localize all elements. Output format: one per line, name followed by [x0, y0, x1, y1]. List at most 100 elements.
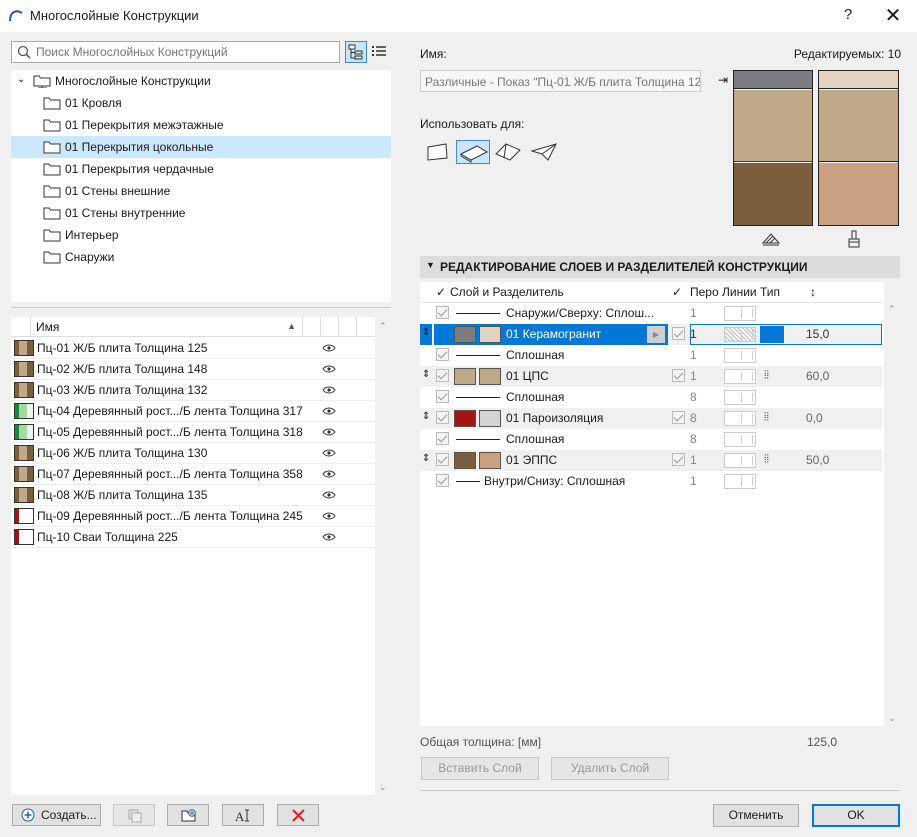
visibility-icon[interactable]	[322, 364, 336, 374]
dropdown-arrow-icon[interactable]: ▶	[647, 326, 665, 343]
paint-brush-icon[interactable]	[846, 230, 862, 251]
list-item[interactable]: Пц-08 Ж/Б плита Толщина 135	[11, 485, 375, 506]
separator-row[interactable]: Внутри/Снизу: Сплошная 1	[420, 471, 882, 492]
create-button[interactable]: Создать...	[12, 804, 101, 826]
layer-name-cell[interactable]: 01 ЦПС	[434, 366, 668, 387]
visibility-icon[interactable]	[322, 532, 336, 542]
tree-folder-item[interactable]: Снаружи	[11, 246, 391, 268]
drag-handle-icon[interactable]: ⇕	[422, 327, 430, 338]
list-item[interactable]: Пц-05 Деревянный рост.../Б лента Толщина…	[11, 422, 375, 443]
list-scrollbar[interactable]: ⌃ ⌄	[375, 317, 391, 795]
expand-chevron-icon[interactable]: ⌄	[17, 74, 25, 85]
separator-row[interactable]: Снаружи/Сверху: Сплош... 1	[420, 303, 882, 324]
layer-row[interactable]: ⇕ 01 Пароизоляция 8 ⦙⦙ 0,0	[420, 408, 882, 429]
core-checkbox[interactable]	[672, 327, 685, 340]
list-item[interactable]: Пц-03 Ж/Б плита Толщина 132	[11, 380, 375, 401]
tree-folder-item[interactable]: 01 Перекрытия цокольные	[11, 136, 391, 158]
tree-folder-item[interactable]: 01 Перекрытия чердачные	[11, 158, 391, 180]
line-style-swatch[interactable]	[724, 474, 756, 489]
line-style-swatch[interactable]	[724, 369, 756, 384]
separator-checkbox[interactable]	[436, 474, 449, 487]
tree-folder-item[interactable]: 01 Кровля	[11, 92, 391, 114]
list-item[interactable]: Пц-07 Деревянный рост.../Б лента Толщина…	[11, 464, 375, 485]
tree-folder-item[interactable]: 01 Перекрытия межэтажные	[11, 114, 391, 136]
tree-folder-item[interactable]: 01 Стены внешние	[11, 180, 391, 202]
visibility-icon[interactable]	[322, 490, 336, 500]
layer-row[interactable]: ⇕ 01 ЭППС 1 ⦙⦙ 50,0	[420, 450, 882, 471]
layer-row[interactable]: ⇕01 Керамогранит▶1⦙⦙15,0	[420, 324, 882, 345]
tree-view-button[interactable]	[345, 41, 367, 63]
separator-checkbox[interactable]	[436, 348, 449, 361]
list-item[interactable]: Пц-10 Сваи Толщина 225	[11, 527, 375, 548]
layer-name-cell[interactable]: 01 Пароизоляция	[434, 408, 668, 429]
layer-name-cell[interactable]: 01 Керамогранит ▶	[434, 324, 668, 345]
pen-value[interactable]: 1	[690, 453, 697, 467]
name-column-header[interactable]: Имя	[36, 320, 59, 334]
list-item[interactable]: Пц-02 Ж/Б плита Толщина 148	[11, 359, 375, 380]
pen-value[interactable]: 8	[690, 390, 697, 404]
hatch-display-icon[interactable]	[761, 231, 781, 250]
line-style-swatch[interactable]	[724, 306, 756, 321]
rename-button[interactable]: A	[222, 804, 264, 826]
layer-thickness[interactable]: 0,0	[806, 411, 823, 425]
line-style-swatch[interactable]	[724, 453, 756, 468]
line-style-swatch[interactable]	[724, 411, 756, 426]
visibility-icon[interactable]	[322, 469, 336, 479]
use-slab-button[interactable]	[456, 140, 490, 164]
separator-checkbox[interactable]	[436, 432, 449, 445]
list-item[interactable]: Пц-06 Ж/Б плита Толщина 130	[11, 443, 375, 464]
visibility-icon[interactable]	[322, 343, 336, 353]
line-style-swatch[interactable]	[724, 348, 756, 363]
check-all-icon[interactable]: ✓	[436, 285, 446, 299]
pen-value[interactable]: 1	[690, 348, 697, 362]
pen-value[interactable]: 8	[690, 432, 697, 446]
visibility-icon[interactable]	[322, 406, 336, 416]
help-button[interactable]: ?	[838, 6, 858, 23]
pane-splitter[interactable]	[11, 304, 391, 312]
visibility-icon[interactable]	[322, 427, 336, 437]
use-roof-button[interactable]	[492, 140, 526, 164]
visibility-icon[interactable]	[322, 448, 336, 458]
layer-type-icon[interactable]: ⦙⦙	[764, 411, 769, 424]
cancel-button[interactable]: Отменить	[713, 804, 799, 827]
list-item[interactable]: Пц-01 Ж/Б плита Толщина 125	[11, 338, 375, 359]
core-checkbox[interactable]	[672, 453, 685, 466]
layer-row[interactable]: ⇕ 01 ЦПС 1 ⦙⦙ 60,0	[420, 366, 882, 387]
drag-handle-icon[interactable]: ⇕	[422, 369, 430, 380]
tree-folder-item[interactable]: 01 Стены внутренние	[11, 202, 391, 224]
layer-thickness[interactable]: 15,0	[806, 327, 829, 341]
line-style-swatch[interactable]	[724, 390, 756, 405]
name-field[interactable]: Различные - Показ "Пц-01 Ж/Б плита Толщи…	[420, 70, 701, 92]
search-box[interactable]	[11, 41, 340, 63]
search-input[interactable]	[34, 44, 334, 60]
layers-section-header[interactable]: ▼ РЕДАКТИРОВАНИЕ СЛОЕВ И РАЗДЕЛИТЕЛЕЙ КО…	[420, 256, 900, 278]
separator-row[interactable]: Сплошная 1	[420, 345, 882, 366]
separator-row[interactable]: Сплошная 8	[420, 429, 882, 450]
layer-type-icon[interactable]: ⦙⦙	[764, 369, 769, 382]
drag-handle-icon[interactable]: ⇕	[422, 411, 430, 422]
duplicate-button[interactable]	[113, 804, 155, 826]
line-style-swatch[interactable]	[724, 327, 756, 342]
new-folder-button[interactable]	[167, 804, 209, 826]
pen-value[interactable]: 8	[690, 411, 697, 425]
core-checkbox[interactable]	[672, 411, 685, 424]
layer-name-cell[interactable]: 01 ЭППС	[434, 450, 668, 471]
use-shell-button[interactable]	[528, 140, 562, 164]
scroll-up-icon[interactable]: ⌃	[379, 321, 387, 332]
pen-value[interactable]: 1	[690, 327, 697, 341]
list-view-button[interactable]	[369, 41, 391, 63]
close-button[interactable]: ✕	[880, 3, 906, 28]
delete-layer-button[interactable]: Удалить Слой	[551, 757, 669, 780]
pen-value[interactable]: 1	[690, 369, 697, 383]
pen-value[interactable]: 1	[690, 306, 697, 320]
grid-scroll-up-icon[interactable]: ⌃	[888, 304, 896, 315]
separator-checkbox[interactable]	[436, 306, 449, 319]
line-style-swatch[interactable]	[724, 432, 756, 447]
layer-thickness[interactable]: 60,0	[806, 369, 829, 383]
layer-type-icon[interactable]: ⦙⦙	[764, 453, 769, 466]
visibility-icon[interactable]	[322, 385, 336, 395]
list-item[interactable]: Пц-04 Деревянный рост.../Б лента Толщина…	[11, 401, 375, 422]
grid-scrollbar[interactable]: ⌃ ⌄	[884, 282, 900, 726]
delete-button[interactable]	[277, 804, 319, 826]
layer-thickness[interactable]: 50,0	[806, 453, 829, 467]
